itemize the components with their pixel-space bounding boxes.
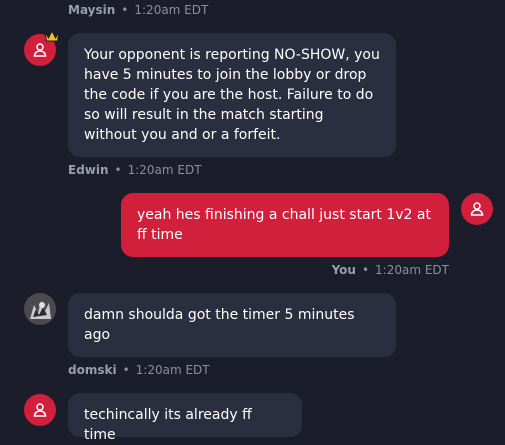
user-icon bbox=[33, 43, 47, 57]
timestamp: 1:20am EDT bbox=[135, 363, 210, 377]
message-bubble: techincally its already ff time bbox=[68, 393, 302, 443]
timestamp: 1:20am EDT bbox=[127, 163, 202, 177]
message-meta: domski • 1:20am EDT bbox=[68, 363, 210, 377]
message-meta: Maysin • 1:20am EDT bbox=[68, 3, 208, 17]
message-text: techincally its already ff time bbox=[84, 407, 252, 443]
avatar[interactable] bbox=[24, 293, 56, 325]
user-icon bbox=[33, 403, 47, 417]
message-meta: Edwin • 1:20am EDT bbox=[68, 163, 202, 177]
crown-icon bbox=[44, 30, 60, 42]
meta-separator: • bbox=[114, 163, 122, 177]
meta-separator: • bbox=[361, 263, 370, 277]
message-bubble: Your opponent is reporting NO-SHOW, you … bbox=[68, 33, 396, 157]
meta-separator: • bbox=[121, 3, 129, 17]
author-name[interactable]: Edwin bbox=[68, 163, 109, 177]
meta-separator: • bbox=[122, 363, 130, 377]
message-text: Your opponent is reporting NO-SHOW, you … bbox=[84, 47, 380, 143]
timestamp: 1:20am EDT bbox=[134, 3, 209, 17]
message-text: yeah hes finishing a chall just start 1v… bbox=[137, 207, 431, 243]
author-name[interactable]: You bbox=[332, 263, 356, 277]
message-bubble: damn shoulda got the timer 5 minutes ago bbox=[68, 293, 396, 357]
avatar[interactable] bbox=[461, 193, 493, 225]
profile-picture-icon bbox=[24, 293, 56, 325]
message-meta: You • 1:20am EDT bbox=[332, 263, 449, 277]
author-name[interactable]: Maysin bbox=[68, 3, 115, 17]
user-icon bbox=[470, 202, 484, 216]
author-name[interactable]: domski bbox=[68, 363, 117, 377]
avatar[interactable] bbox=[24, 394, 56, 426]
message-bubble: yeah hes finishing a chall just start 1v… bbox=[121, 193, 449, 257]
timestamp: 1:20am EDT bbox=[375, 263, 449, 277]
message-text: damn shoulda got the timer 5 minutes ago bbox=[84, 307, 355, 343]
